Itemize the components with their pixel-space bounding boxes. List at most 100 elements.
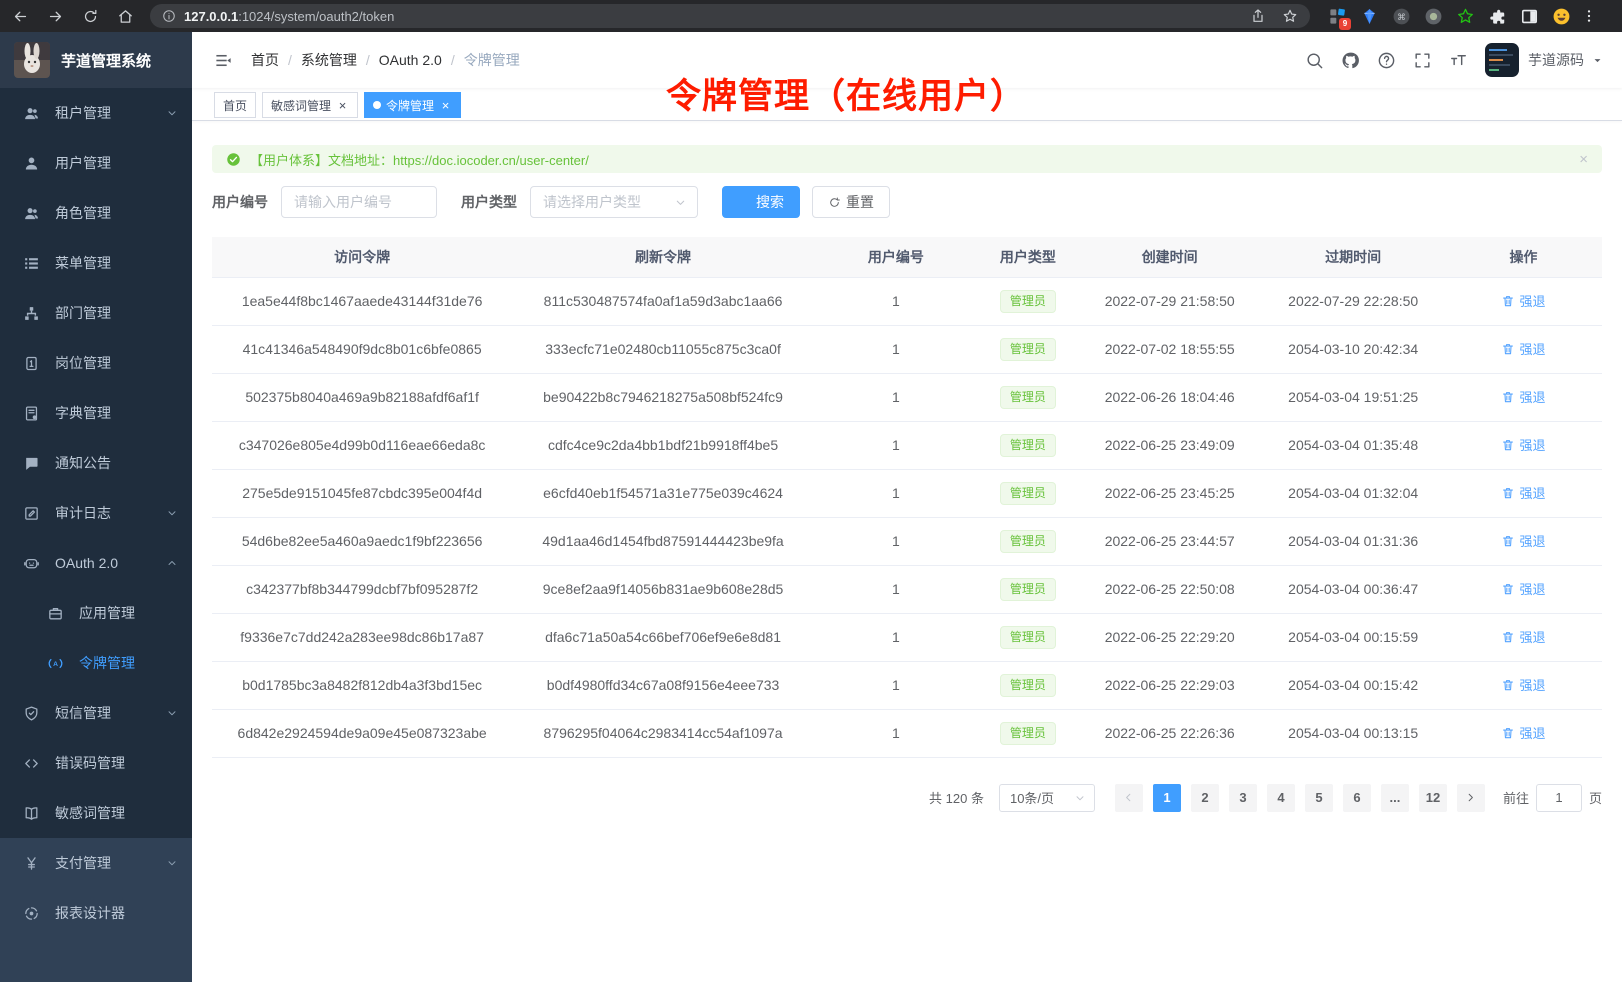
fontsize-icon[interactable]: [1449, 51, 1468, 70]
page-button-4[interactable]: 4: [1267, 784, 1295, 812]
alert-close-icon[interactable]: ×: [1579, 152, 1588, 167]
force-logout-button[interactable]: 强退: [1501, 435, 1545, 454]
refresh-icon: [828, 196, 841, 209]
sidebar-fold-icon[interactable]: [214, 51, 233, 70]
force-logout-button[interactable]: 强退: [1501, 579, 1545, 598]
prev-page-button[interactable]: [1115, 784, 1143, 812]
username[interactable]: 芋道源码: [1528, 50, 1584, 70]
goto-page-input[interactable]: [1536, 784, 1582, 812]
sidebar-item-岗位管理[interactable]: 岗位管理: [0, 338, 192, 388]
table-row: c347026e805e4d99b0d116eae66eda8c cdfc4ce…: [212, 421, 1602, 469]
tab-令牌管理[interactable]: 令牌管理×: [364, 92, 461, 118]
tab-敏感词管理[interactable]: 敏感词管理×: [262, 92, 358, 118]
search-button[interactable]: 搜索: [722, 186, 800, 218]
sidebar-item-错误码管理[interactable]: 错误码管理: [0, 738, 192, 788]
force-logout-button[interactable]: 强退: [1501, 531, 1545, 550]
column-header: 用户编号: [814, 237, 978, 277]
svg-text:⌘: ⌘: [1397, 11, 1406, 21]
sidebar-item-敏感词管理[interactable]: 敏感词管理: [0, 788, 192, 838]
cell-action: 强退: [1445, 277, 1602, 325]
reload-icon[interactable]: [82, 8, 99, 25]
main-area: 首页/系统管理/OAuth 2.0/令牌管理 芋道源码 首页敏感词管理×令牌管理…: [192, 32, 1622, 982]
page-content: 【用户体系】文档地址：https://doc.iocoder.cn/user-c…: [192, 121, 1622, 812]
green-star-icon[interactable]: [1456, 7, 1475, 26]
page-button-3[interactable]: 3: [1229, 784, 1257, 812]
search-icon[interactable]: [1305, 51, 1324, 70]
share-icon[interactable]: [1250, 8, 1266, 24]
sidebar-item-应用管理[interactable]: 应用管理: [0, 588, 192, 638]
puzzle-icon[interactable]: [1488, 7, 1507, 26]
bookmark-star-icon[interactable]: [1282, 8, 1298, 24]
page-size-select[interactable]: 10条/页: [999, 784, 1095, 812]
org-icon: [23, 305, 40, 322]
user-avatar[interactable]: [1485, 43, 1519, 77]
user-id-input[interactable]: [281, 186, 437, 218]
sidebar-item-菜单管理[interactable]: 菜单管理: [0, 238, 192, 288]
sidebar-item-OAuth 2.0[interactable]: OAuth 2.0: [0, 538, 192, 588]
force-logout-button[interactable]: 强退: [1501, 483, 1545, 502]
trash-icon: [1501, 630, 1515, 644]
alert-doc-link[interactable]: https://doc.iocoder.cn/user-center/: [393, 153, 589, 168]
sidebar-item-label: 短信管理: [55, 703, 111, 723]
home-icon[interactable]: [117, 8, 134, 25]
fullscreen-icon[interactable]: [1413, 51, 1432, 70]
page-button-1[interactable]: 1: [1153, 784, 1181, 812]
page-button-6[interactable]: 6: [1343, 784, 1371, 812]
next-page-button[interactable]: [1457, 784, 1485, 812]
table-row: f9336e7c7dd242a283ee98dc86b17a87 dfa6c71…: [212, 613, 1602, 661]
extension-badge: 9: [1339, 18, 1351, 30]
breadcrumb-item[interactable]: OAuth 2.0: [379, 52, 442, 68]
force-logout-button[interactable]: 强退: [1501, 723, 1545, 742]
emoji-icon[interactable]: [1552, 7, 1571, 26]
browser-menu-icon[interactable]: [1581, 8, 1597, 24]
ext-grid-icon[interactable]: 9: [1328, 7, 1347, 26]
force-logout-button[interactable]: 强退: [1501, 675, 1545, 694]
help-icon[interactable]: [1377, 51, 1396, 70]
page-button-12[interactable]: 12: [1419, 784, 1447, 812]
user-type-select[interactable]: 请选择用户类型: [530, 186, 698, 218]
github-icon[interactable]: [1341, 51, 1360, 70]
breadcrumb-separator: /: [288, 52, 292, 68]
sidebar-item-支付管理[interactable]: 支付管理: [0, 838, 192, 888]
url-host: 127.0.0.1: [184, 9, 238, 24]
site-info-icon[interactable]: [162, 9, 176, 23]
sidebar-item-报表设计器[interactable]: 报表设计器: [0, 888, 192, 938]
cell-user-type: 管理员: [978, 709, 1078, 757]
sidebar-item-令牌管理[interactable]: A 令牌管理: [0, 638, 192, 688]
sidebar-item-租户管理[interactable]: 租户管理: [0, 88, 192, 138]
sidebar-item-用户管理[interactable]: 用户管理: [0, 138, 192, 188]
force-logout-button[interactable]: 强退: [1501, 291, 1545, 310]
cell-create-time: 2022-07-29 21:58:50: [1078, 277, 1261, 325]
sidebar-item-短信管理[interactable]: 短信管理: [0, 688, 192, 738]
pager-ellipsis[interactable]: ...: [1381, 784, 1409, 812]
cmd-circle-icon[interactable]: ⌘: [1392, 7, 1411, 26]
reset-button[interactable]: 重置: [812, 186, 890, 218]
page-button-5[interactable]: 5: [1305, 784, 1333, 812]
dot-circle-icon[interactable]: [1424, 7, 1443, 26]
sidebar-item-通知公告[interactable]: 通知公告: [0, 438, 192, 488]
breadcrumb-item[interactable]: 首页: [251, 50, 279, 70]
user-type-badge: 管理员: [1000, 722, 1056, 745]
chevron-left-icon: [1122, 791, 1135, 804]
page-button-2[interactable]: 2: [1191, 784, 1219, 812]
tab-close-icon[interactable]: ×: [439, 99, 452, 112]
gem-icon[interactable]: [1360, 7, 1379, 26]
cell-expire-time: 2054-03-04 01:31:36: [1261, 517, 1444, 565]
sidebar-item-部门管理[interactable]: 部门管理: [0, 288, 192, 338]
back-icon[interactable]: [12, 8, 29, 25]
cell-expire-time: 2022-07-29 22:28:50: [1261, 277, 1444, 325]
force-logout-button[interactable]: 强退: [1501, 627, 1545, 646]
force-logout-button[interactable]: 强退: [1501, 387, 1545, 406]
tab-close-icon[interactable]: ×: [336, 99, 349, 112]
force-logout-button[interactable]: 强退: [1501, 339, 1545, 358]
sidebar-item-字典管理[interactable]: 字典管理: [0, 388, 192, 438]
split-square-icon[interactable]: [1520, 7, 1539, 26]
sidebar-item-审计日志[interactable]: 审计日志: [0, 488, 192, 538]
tab-首页[interactable]: 首页: [214, 92, 256, 118]
url-bar[interactable]: 127.0.0.1:1024/system/oauth2/token: [150, 4, 1310, 28]
user-type-badge: 管理员: [1000, 530, 1056, 553]
forward-icon[interactable]: [47, 8, 64, 25]
sidebar-item-角色管理[interactable]: 角色管理: [0, 188, 192, 238]
cell-access-token: b0d1785bc3a8482f812db4a3f3bd15ec: [212, 661, 512, 709]
breadcrumb-item[interactable]: 系统管理: [301, 50, 357, 70]
